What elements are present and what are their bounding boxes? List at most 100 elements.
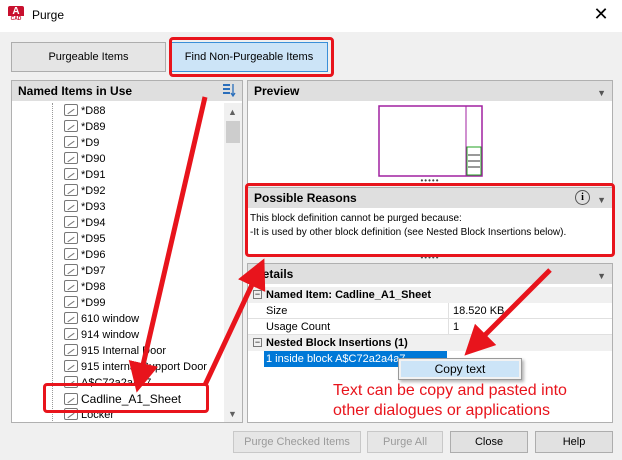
- block-icon: [64, 328, 78, 340]
- details-row-usage-count: Usage Count 1: [248, 319, 612, 335]
- details-row-size: Size 18.520 KB: [248, 303, 612, 319]
- block-icon: [64, 232, 78, 244]
- close-button[interactable]: Close: [450, 431, 528, 453]
- possible-reasons-header: Possible Reasons i ▼: [248, 188, 612, 208]
- tree-item[interactable]: *D93: [64, 199, 105, 215]
- tree-item[interactable]: *D98: [64, 279, 105, 295]
- tab-purgeable-items[interactable]: Purgeable Items: [11, 42, 166, 72]
- tree-item-label: *D94: [81, 217, 106, 229]
- possible-reasons-panel: Possible Reasons i ▼ This block definiti…: [247, 187, 613, 255]
- tree-item[interactable]: *D94: [64, 215, 105, 231]
- scroll-thumb[interactable]: [226, 121, 240, 143]
- tree-scrollbar[interactable]: ▲ ▼: [224, 103, 242, 422]
- collapse-details-icon[interactable]: ▼: [597, 266, 606, 286]
- collapse-nested-icon[interactable]: −: [253, 338, 262, 347]
- tree-item-label: 915 internal Support Door: [81, 361, 207, 373]
- tree-item[interactable]: Cadline_A1_Sheet: [64, 391, 181, 407]
- tree-item[interactable]: *D99: [64, 295, 105, 311]
- details-group-named-item[interactable]: − Named Item: Cadline_A1_Sheet: [248, 287, 612, 303]
- help-button[interactable]: Help: [535, 431, 613, 453]
- tree-item-label: *D98: [81, 281, 106, 293]
- block-icon: [64, 216, 78, 228]
- scroll-up-icon[interactable]: ▲: [228, 107, 237, 117]
- app-logo-icon: A CAD: [8, 6, 24, 22]
- tree-item[interactable]: *D90: [64, 151, 105, 167]
- tree-item[interactable]: 915 Internal Door: [64, 343, 166, 359]
- preview-header: Preview ▼: [248, 81, 612, 101]
- details-group-nested-blocks[interactable]: − Nested Block Insertions (1): [248, 335, 612, 351]
- tree-item-label: Locker: [81, 409, 115, 421]
- block-icon: [64, 104, 78, 116]
- scroll-down-icon[interactable]: ▼: [228, 409, 237, 419]
- tree-item-label: *D93: [81, 201, 106, 213]
- purge-all-button[interactable]: Purge All: [367, 431, 443, 453]
- window-title: Purge: [32, 8, 65, 22]
- block-icon: [64, 408, 78, 420]
- block-icon: [64, 280, 78, 292]
- collapse-group-icon[interactable]: −: [253, 290, 262, 299]
- block-icon: [64, 296, 78, 308]
- reason-line-1: This block definition cannot be purged b…: [250, 213, 462, 224]
- collapse-preview-icon[interactable]: ▼: [597, 83, 606, 103]
- sort-list-icon[interactable]: [222, 83, 236, 98]
- annotation-line-1: Text can be copy and pasted into: [333, 382, 567, 399]
- preview-panel: Preview ▼: [247, 80, 613, 184]
- block-icon: [64, 376, 78, 388]
- copy-text-menu-item[interactable]: Copy text: [401, 361, 519, 377]
- tree-item-label: *D89: [81, 121, 106, 133]
- block-icon: [64, 152, 78, 164]
- tree-item-label: A$C72a2a4a7: [81, 377, 152, 389]
- block-icon: [64, 200, 78, 212]
- tree-item[interactable]: *D91: [64, 167, 105, 183]
- context-menu: Copy text: [398, 358, 522, 380]
- tree-item-label: 610 window: [81, 313, 140, 325]
- tree-item[interactable]: A$C72a2a4a7: [64, 375, 151, 391]
- block-icon: [64, 312, 78, 324]
- tree-item-label: 915 Internal Door: [81, 345, 166, 357]
- preview-resize-grip[interactable]: •••••: [420, 177, 440, 185]
- tree-item[interactable]: *D95: [64, 231, 105, 247]
- tree-item-label: Cadline_A1_Sheet: [81, 392, 182, 406]
- tree-item-label: *D9: [81, 137, 100, 149]
- tree-item-label: *D99: [81, 297, 106, 309]
- tree-item-label: *D90: [81, 153, 106, 165]
- block-icon: [64, 393, 78, 405]
- reasons-resize-grip[interactable]: •••••: [420, 254, 440, 262]
- tree-item[interactable]: *D9: [64, 135, 99, 151]
- title-bar: A CAD Purge ✕: [0, 0, 622, 32]
- collapse-reasons-icon[interactable]: ▼: [597, 190, 606, 210]
- block-icon: [64, 248, 78, 260]
- tree-item[interactable]: *D88: [64, 103, 105, 119]
- tree-guide-line: [52, 103, 53, 421]
- tree-item-label: *D88: [81, 105, 106, 117]
- tree-item-label: *D95: [81, 233, 106, 245]
- reason-line-2: -It is used by other block definition (s…: [250, 227, 567, 238]
- block-preview-thumbnail: [378, 105, 483, 177]
- tree-item-label: 914 window: [81, 329, 140, 341]
- tree-item[interactable]: *D92: [64, 183, 105, 199]
- tree-item-label: *D97: [81, 265, 106, 277]
- tree-item[interactable]: 914 window: [64, 327, 139, 343]
- close-window-button[interactable]: ✕: [590, 4, 612, 26]
- tree-item-label: *D92: [81, 185, 106, 197]
- block-icon: [64, 120, 78, 132]
- block-icon: [64, 184, 78, 196]
- tab-find-non-purgeable-items[interactable]: Find Non-Purgeable Items: [170, 42, 328, 72]
- named-items-panel: Named Items in Use *D88 *D89 *D9 *D90 *D91 *D…: [11, 80, 243, 423]
- purge-checked-items-button[interactable]: Purge Checked Items: [233, 431, 361, 453]
- tree-item[interactable]: 610 window: [64, 311, 139, 327]
- tree-item[interactable]: Locker: [64, 407, 114, 421]
- named-items-tree: *D88 *D89 *D9 *D90 *D91 *D92 *D93 *D94 *D95 *D96 *…: [12, 103, 224, 421]
- tree-item[interactable]: *D97: [64, 263, 105, 279]
- tree-item[interactable]: *D96: [64, 247, 105, 263]
- named-items-header: Named Items in Use: [12, 81, 242, 101]
- tree-item[interactable]: *D89: [64, 119, 105, 135]
- block-icon: [64, 264, 78, 276]
- info-icon[interactable]: i: [575, 190, 590, 205]
- tree-item-label: *D91: [81, 169, 106, 181]
- tree-item[interactable]: 915 internal Support Door: [64, 359, 207, 375]
- block-icon: [64, 344, 78, 356]
- block-icon: [64, 168, 78, 180]
- tree-item-label: *D96: [81, 249, 106, 261]
- block-icon: [64, 136, 78, 148]
